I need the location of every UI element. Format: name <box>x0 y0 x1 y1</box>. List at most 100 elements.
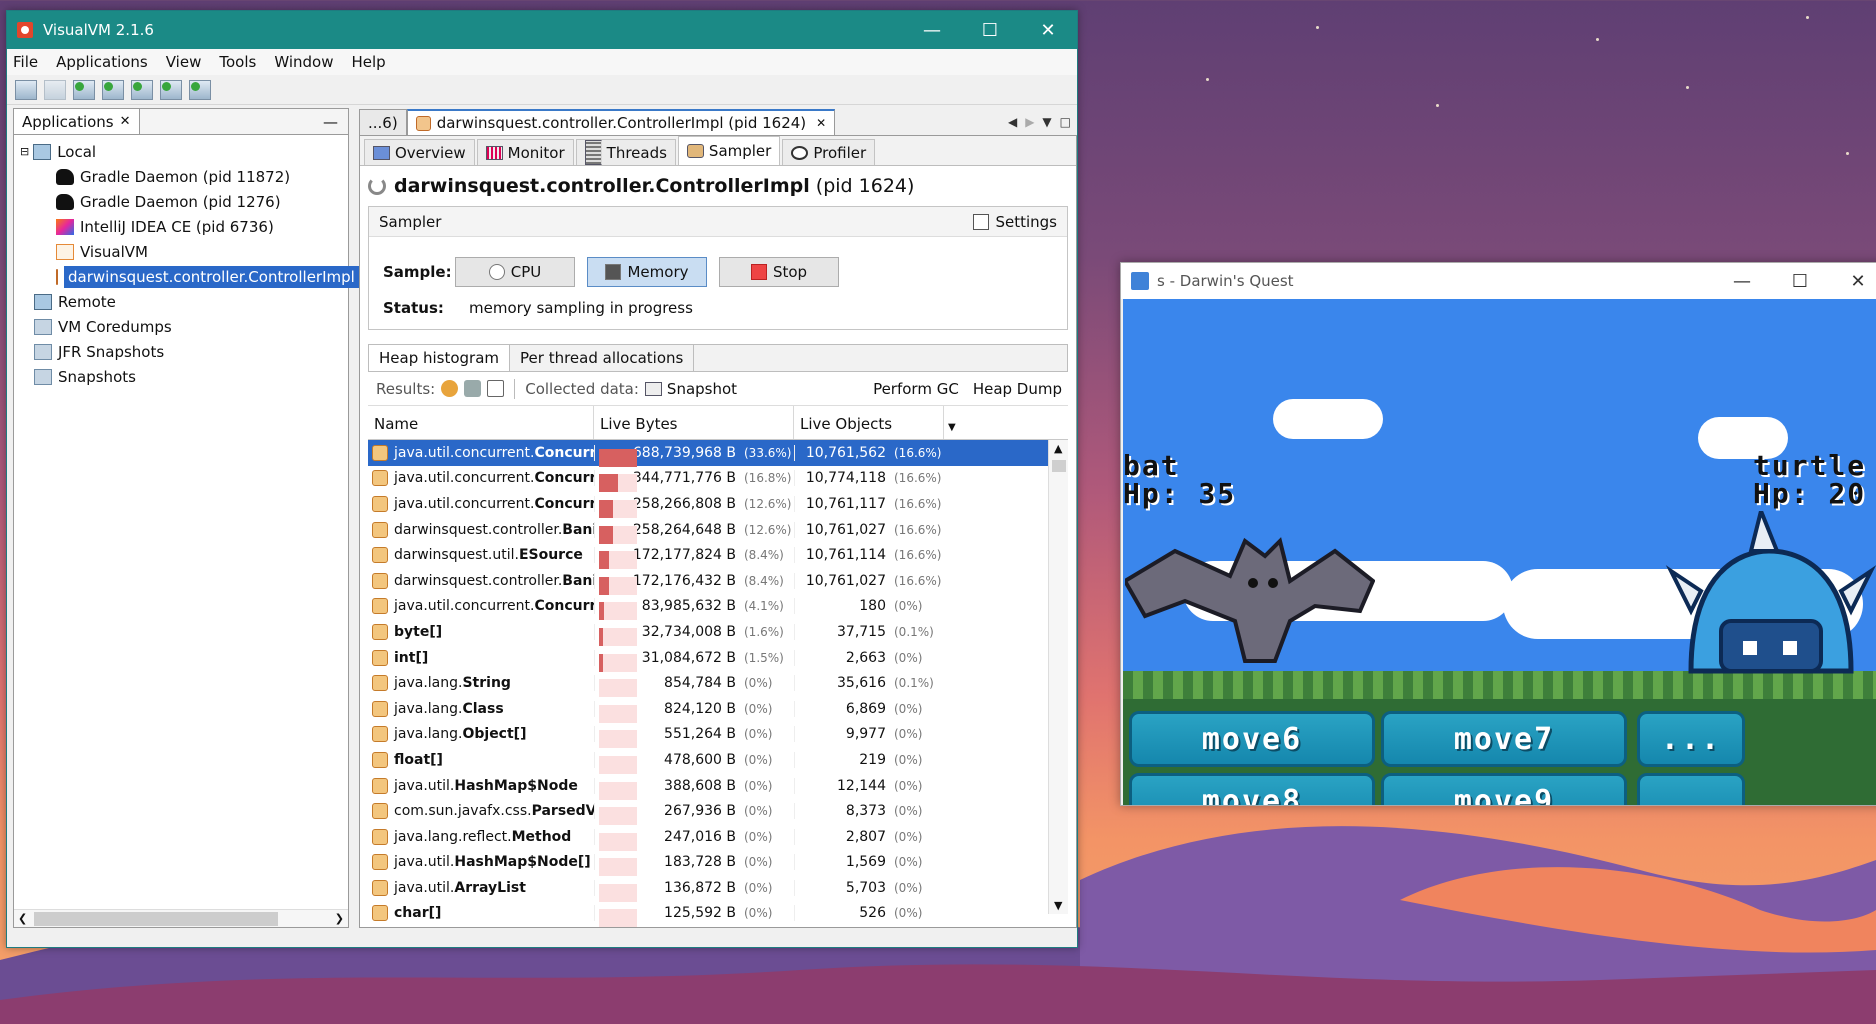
tree-node-snapshots[interactable]: Snapshots <box>14 364 348 389</box>
scroll-up-icon[interactable]: ▲ <box>1054 442 1062 455</box>
delta-icon[interactable] <box>487 380 505 397</box>
pause-icon[interactable] <box>441 380 459 397</box>
refresh-icon[interactable] <box>464 380 482 397</box>
menu-tools[interactable]: Tools <box>219 53 256 71</box>
scroll-down-icon[interactable]: ▼ <box>1054 899 1062 912</box>
minimize-button[interactable]: — <box>1713 263 1771 299</box>
scroll-left-icon[interactable]: ❮ <box>18 912 27 925</box>
table-row[interactable]: darwinsquest.controller.BanionCont172,17… <box>368 568 1068 595</box>
tree-node-vm-coredumps[interactable]: VM Coredumps <box>14 314 348 339</box>
player-hp: Hp: 20 <box>1753 477 1867 510</box>
menu-view[interactable]: View <box>166 53 202 71</box>
scroll-right-icon[interactable]: ❯ <box>335 912 344 925</box>
move-button-move9[interactable]: move9 <box>1381 773 1627 805</box>
live-objects-cell: 10,761,027 (16.6%) <box>794 521 944 538</box>
add-snapshot-icon[interactable] <box>189 79 211 100</box>
add-coredump-icon[interactable] <box>131 79 153 100</box>
close-button[interactable]: ✕ <box>1019 11 1077 49</box>
table-row[interactable]: java.lang. Object[] 551,264 B (0%) 9,977 (0%) <box>368 722 1068 749</box>
close-icon[interactable]: ✕ <box>816 116 826 130</box>
move-button-more[interactable]: ... <box>1637 773 1745 805</box>
table-row[interactable]: java.util. HashMap$Node 388,608 B (0%) 12,14… <box>368 773 1068 800</box>
column-header-name[interactable]: Name <box>368 406 594 439</box>
snapshot-button[interactable]: Snapshot <box>667 380 737 398</box>
table-row[interactable]: com.sun.javafx.css.ParsedValueImp267,936… <box>368 798 1068 826</box>
tab-heap-histogram[interactable]: Heap histogram <box>369 345 511 371</box>
settings-checkbox[interactable] <box>973 213 990 230</box>
tree-node-visualvm[interactable]: VisualVM <box>14 239 348 264</box>
move-button-move7[interactable]: move7 <box>1381 711 1627 767</box>
table-row[interactable]: float[] 478,600 B (0%) 219 (0%) <box>368 747 1068 774</box>
table-row[interactable]: java.lang. String 854,784 B (0%) 35,616 (0.1%… <box>368 670 1068 698</box>
tab-monitor[interactable]: Monitor <box>476 139 574 165</box>
tab-sampler[interactable]: Sampler <box>677 136 781 165</box>
tree-node-local[interactable]: ⊟ Local <box>14 139 348 164</box>
tab-threads[interactable]: Threads <box>575 139 676 165</box>
menu-window[interactable]: Window <box>274 53 333 71</box>
tree-node-gradle-daemon[interactable]: Gradle Daemon (pid 11872) <box>14 164 348 189</box>
add-jmx-connection-icon[interactable] <box>73 79 95 100</box>
move-button-more[interactable]: ... <box>1637 711 1745 767</box>
maximize-tab-icon[interactable]: □ <box>1060 115 1071 129</box>
table-row[interactable]: java.util.concurrent.ConcurrentHash688,7… <box>368 440 1068 467</box>
cpu-button[interactable]: CPU <box>455 257 575 287</box>
table-row[interactable]: darwinsquest.util. ESource 172,177,824 B (8… <box>368 542 1068 570</box>
load-snapshot-icon[interactable] <box>15 79 37 100</box>
applications-tab[interactable]: Applications ✕ <box>14 109 140 134</box>
tab-profiler[interactable]: Profiler <box>782 139 876 165</box>
table-row[interactable]: char[] 125,592 B (0%) 526 (0%) <box>368 901 1068 928</box>
column-menu-icon[interactable]: ▼ <box>944 406 964 439</box>
close-icon[interactable]: ✕ <box>120 114 131 129</box>
save-icon[interactable] <box>44 79 66 100</box>
table-row[interactable]: java.util.concurrent.ConcurrentHash83,98… <box>368 594 1068 621</box>
table-row[interactable]: byte[] 32,734,008 B (1.6%) 37,715 (0.1%) <box>368 619 1068 646</box>
collapse-icon[interactable]: ⊟ <box>20 145 29 158</box>
move-button-move6[interactable]: move6 <box>1129 711 1375 767</box>
vertical-scrollbar[interactable]: ▲ ▼ <box>1048 440 1068 914</box>
table-row[interactable]: java.util.concurrent.ConcurrentHash344,7… <box>368 466 1068 493</box>
game-titlebar[interactable]: s - Darwin's Quest — ☐ ✕ <box>1121 263 1876 299</box>
doc-tab-controllerimpl[interactable]: darwinsquest.controller.ControllerImpl (… <box>406 109 836 135</box>
tree-node-intellij[interactable]: IntelliJ IDEA CE (pid 6736) <box>14 214 348 239</box>
table-row[interactable]: java.util. HashMap$Node[] 183,728 B (0%) 1,5… <box>368 850 1068 877</box>
table-row[interactable]: java.lang.reflect. Method 247,016 B (0%) 2,8… <box>368 824 1068 851</box>
minimize-button[interactable]: — <box>903 11 961 49</box>
tree-node-controllerimpl[interactable]: darwinsquest.controller.ControllerImpl <box>14 264 359 289</box>
maximize-button[interactable]: ☐ <box>961 11 1019 49</box>
table-row[interactable]: darwinsquest.controller.BanionCont258,26… <box>368 517 1068 544</box>
maximize-button[interactable]: ☐ <box>1771 263 1829 299</box>
horizontal-scrollbar[interactable]: ❮ ❯ <box>14 909 348 927</box>
tree-node-jfr-snapshots[interactable]: JFR Snapshots <box>14 339 348 364</box>
add-remote-host-icon[interactable] <box>102 79 124 100</box>
menu-applications[interactable]: Applications <box>56 53 148 71</box>
tab-scroll-left-icon[interactable]: ◀ <box>1008 115 1017 129</box>
memory-button[interactable]: Memory <box>587 257 707 287</box>
stop-button[interactable]: Stop <box>719 257 839 287</box>
tree-node-remote[interactable]: Remote <box>14 289 348 314</box>
move-button-move8[interactable]: move8 <box>1129 773 1375 805</box>
table-row[interactable]: int[] 31,084,672 B (1.5%) 2,663 (0%) <box>368 645 1068 672</box>
tab-per-thread-allocations[interactable]: Per thread allocations <box>510 345 695 371</box>
heap-dump-button[interactable]: Heap Dump <box>973 380 1062 398</box>
doc-tab-previous[interactable]: ...6) <box>359 109 407 135</box>
column-header-live-objects[interactable]: Live Objects <box>794 406 944 439</box>
menu-help[interactable]: Help <box>351 53 385 71</box>
column-header-live-bytes[interactable]: Live Bytes <box>594 406 794 439</box>
add-jfr-snapshot-icon[interactable] <box>160 79 182 100</box>
scrollbar-thumb[interactable] <box>34 911 278 926</box>
table-row[interactable]: java.util.concurrent.ConcurrentHash258,2… <box>368 491 1068 518</box>
table-row[interactable]: java.util. ArrayList 136,872 B (0%) 5,703 (0%… <box>368 875 1068 902</box>
tree-node-gradle-daemon[interactable]: Gradle Daemon (pid 1276) <box>14 189 348 214</box>
sampler-section-title: Sampler <box>379 212 442 231</box>
table-row[interactable]: java.lang. Class 824,120 B (0%) 6,869 (0%) <box>368 696 1068 723</box>
visualvm-titlebar[interactable]: VisualVM 2.1.6 — ☐ ✕ <box>7 11 1077 49</box>
tab-list-icon[interactable]: ▼ <box>1042 115 1051 129</box>
tab-scroll-right-icon[interactable]: ▶ <box>1025 115 1034 129</box>
menu-file[interactable]: File <box>13 53 38 71</box>
scrollbar-thumb[interactable] <box>1052 460 1066 472</box>
heap-histogram-table: Name Live Bytes Live Objects ▼ java.util… <box>368 406 1068 928</box>
minimize-panel-icon[interactable]: — <box>323 113 338 131</box>
perform-gc-button[interactable]: Perform GC <box>873 380 959 398</box>
close-button[interactable]: ✕ <box>1829 263 1876 299</box>
tab-overview[interactable]: Overview <box>364 139 475 165</box>
